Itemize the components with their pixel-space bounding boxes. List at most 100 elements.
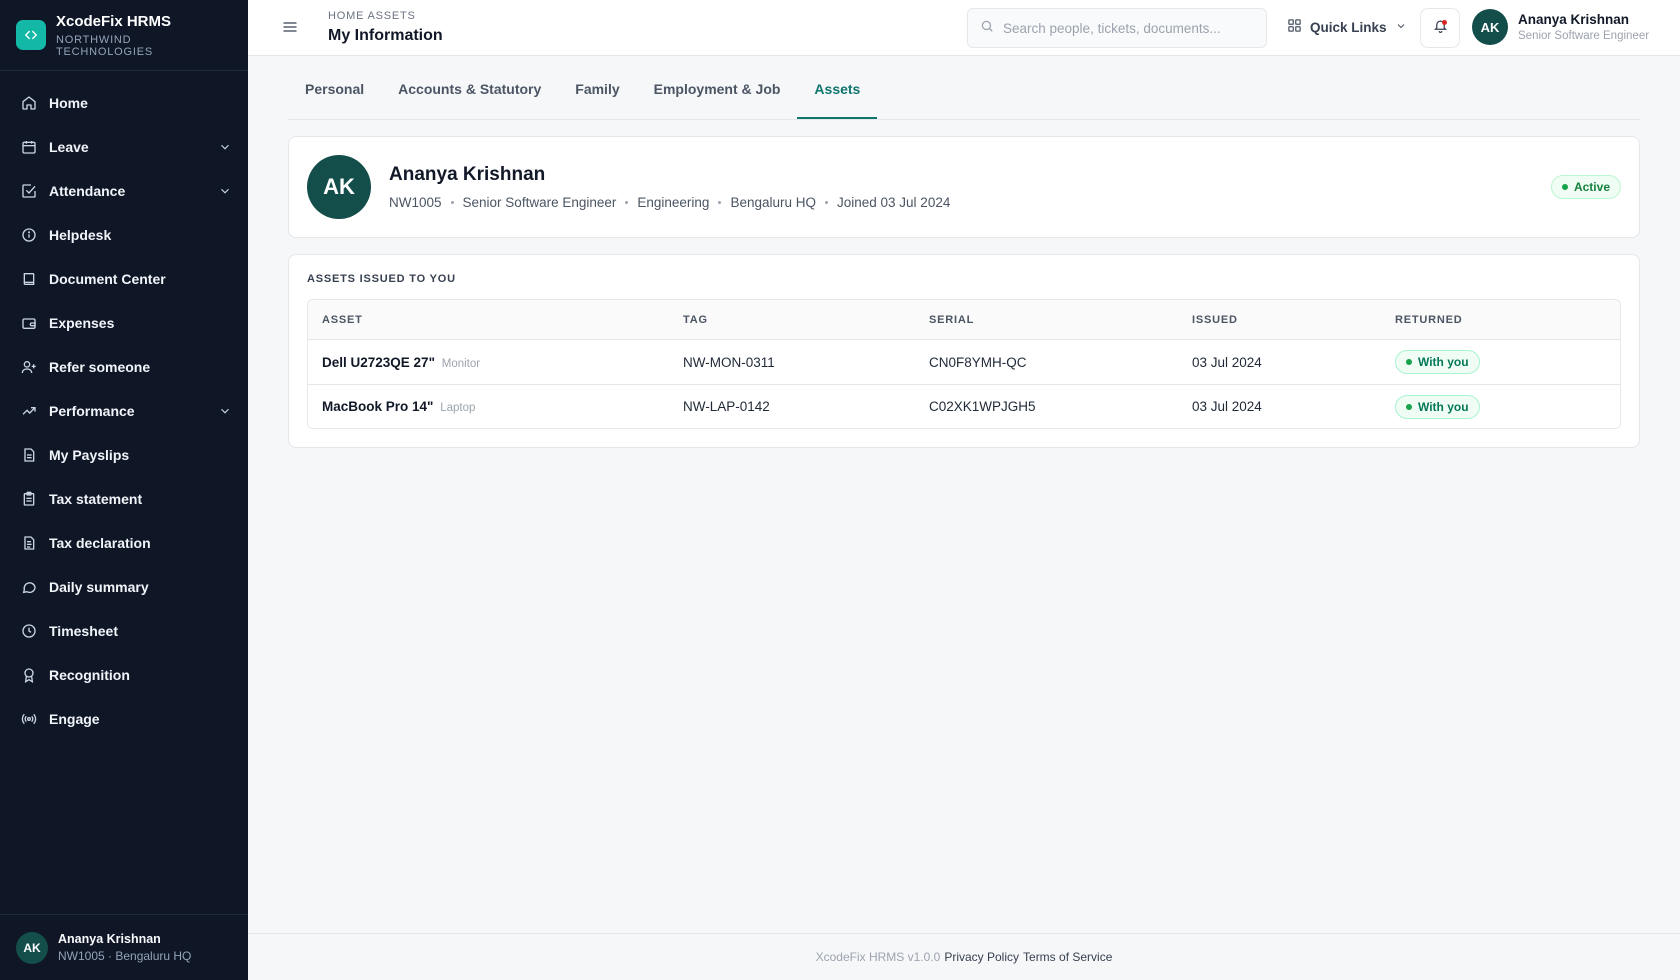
status-badge: With you	[1395, 394, 1480, 419]
asset-issued: 03 Jul 2024	[1192, 354, 1262, 370]
asset-name: MacBook Pro 14"	[322, 399, 434, 414]
profile-name: Ananya Krishnan	[389, 164, 546, 185]
location: Bengaluru HQ	[730, 195, 816, 210]
brand[interactable]: XcodeFix HRMS NORTHWIND TECHNOLOGIES	[0, 0, 248, 71]
tab-assets[interactable]: Assets	[797, 79, 878, 119]
asset-tag: NW-LAP-0142	[683, 399, 770, 414]
separator-dot	[825, 201, 828, 204]
sidebar-item-label: Leave	[49, 139, 89, 155]
section-title: ASSETS ISSUED TO YOU	[307, 273, 456, 285]
asset-serial: C02XK1WPJGH5	[929, 399, 1036, 414]
sidebar-item-tax-statement[interactable]: Tax statement	[0, 477, 248, 521]
file-icon	[20, 446, 38, 464]
company-name: NORTHWIND TECHNOLOGIES	[55, 33, 153, 58]
column-header-asset: ASSET	[322, 313, 363, 326]
user-name: Ananya Krishnan	[1518, 12, 1630, 27]
chevron-down-icon[interactable]	[218, 404, 232, 418]
table-row[interactable]: MacBook Pro 14" Laptop NW-LAP-0142 C02XK…	[308, 384, 1620, 428]
wallet-icon	[20, 314, 38, 332]
breadcrumb: HOME ASSETS	[328, 10, 416, 22]
sidebar-item-timesheet[interactable]: Timesheet	[0, 609, 248, 653]
quick-links-button[interactable]: Quick Links	[1287, 18, 1407, 36]
profile-meta: NW1005 Senior Software Engineer Engineer…	[389, 195, 950, 210]
version-text: XcodeFix HRMS v1.0.0	[815, 950, 941, 964]
status-label: With you	[1418, 399, 1469, 414]
user-menu[interactable]: AK Ananya Krishnan Senior Software Engin…	[1472, 9, 1649, 45]
clock-icon	[20, 622, 38, 640]
sidebar-item-helpdesk[interactable]: Helpdesk	[0, 213, 248, 257]
sidebar-item-expenses[interactable]: Expenses	[0, 301, 248, 345]
tab-family[interactable]: Family	[558, 79, 636, 119]
topbar: HOME ASSETS My Information Quick Links A…	[248, 0, 1680, 56]
asset-returned: With you	[1395, 350, 1620, 374]
sidebar-item-refer-someone[interactable]: Refer someone	[0, 345, 248, 389]
sidebar-item-home[interactable]: Home	[0, 81, 248, 125]
employee-id: NW1005	[389, 195, 442, 210]
message-circle-icon	[20, 578, 38, 596]
brand-name: XcodeFix HRMS	[55, 12, 172, 30]
asset-type: Monitor	[441, 357, 481, 370]
asset-tag: NW-MON-0311	[683, 354, 775, 370]
quick-links-label: Quick Links	[1310, 19, 1387, 35]
tab-bar: Personal Accounts & Statutory Family Emp…	[288, 56, 1640, 120]
chevron-down-icon[interactable]	[218, 184, 232, 198]
tab-personal[interactable]: Personal	[288, 79, 381, 119]
sidebar-item-engage[interactable]: Engage	[0, 697, 248, 741]
department: Engineering	[637, 195, 710, 210]
chevron-down-icon[interactable]	[218, 140, 232, 154]
book-icon	[20, 270, 38, 288]
sidebar-item-label: Attendance	[49, 183, 126, 199]
sidebar-item-document-center[interactable]: Document Center	[0, 257, 248, 301]
sidebar-item-performance[interactable]: Performance	[0, 389, 248, 433]
sidebar-user[interactable]: AK Ananya Krishnan NW1005 · Bengaluru HQ	[0, 914, 248, 980]
search-box[interactable]	[967, 8, 1267, 48]
asset-returned: With you	[1395, 394, 1620, 419]
search-input[interactable]	[1003, 20, 1243, 36]
assets-table: ASSET TAG SERIAL ISSUED RETURNED Dell U2…	[307, 299, 1621, 429]
code-brackets-icon	[16, 20, 46, 50]
chevron-down-icon	[1395, 20, 1407, 35]
column-header-issued: ISSUED	[1192, 313, 1238, 326]
sidebar-item-tax-declaration[interactable]: Tax declaration	[0, 521, 248, 565]
sidebar-item-daily-summary[interactable]: Daily summary	[0, 565, 248, 609]
table-row[interactable]: Dell U2723QE 27" Monitor NW-MON-0311 CN0…	[308, 340, 1620, 384]
sidebar-item-attendance[interactable]: Attendance	[0, 169, 248, 213]
table-header: ASSET TAG SERIAL ISSUED RETURNED	[308, 300, 1620, 340]
sidebar-item-leave[interactable]: Leave	[0, 125, 248, 169]
sidebar-item-label: Home	[49, 95, 88, 111]
tab-accounts-statutory[interactable]: Accounts & Statutory	[381, 79, 558, 119]
status-dot	[1561, 184, 1568, 190]
grid-icon	[1287, 18, 1302, 36]
privacy-policy-link[interactable]: Privacy Policy	[944, 950, 1019, 964]
tab-employment-job[interactable]: Employment & Job	[637, 79, 798, 119]
avatar: AK	[307, 155, 371, 219]
search-icon	[980, 19, 994, 38]
status-dot	[1406, 403, 1412, 410]
terms-of-service-link[interactable]: Terms of Service	[1023, 950, 1112, 964]
sidebar-user-name: Ananya Krishnan	[58, 932, 161, 946]
job-title: Senior Software Engineer	[462, 195, 617, 210]
column-header-serial: SERIAL	[929, 313, 975, 326]
trending-up-icon	[20, 402, 38, 420]
sidebar-item-label: Tax declaration	[49, 535, 151, 551]
asset-serial: CN0F8YMH-QC	[929, 354, 1027, 370]
sidebar-user-sub: NW1005 · Bengaluru HQ	[58, 949, 192, 963]
file-text-icon	[20, 534, 38, 552]
home-icon	[20, 94, 38, 112]
award-icon	[20, 666, 38, 684]
sidebar-item-label: Refer someone	[49, 359, 151, 375]
sidebar-item-recognition[interactable]: Recognition	[0, 653, 248, 697]
check-square-icon	[20, 182, 38, 200]
notifications-button[interactable]	[1420, 8, 1460, 48]
sidebar-item-my-payslips[interactable]: My Payslips	[0, 433, 248, 477]
menu-icon[interactable]	[282, 19, 298, 35]
sidebar-item-label: Engage	[49, 711, 100, 727]
status-badge: Active	[1550, 175, 1621, 199]
user-role: Senior Software Engineer	[1518, 30, 1650, 42]
asset-type: Laptop	[440, 402, 476, 414]
page-title: My Information	[328, 27, 443, 44]
notification-dot	[1442, 20, 1447, 25]
status-label: Active	[1573, 180, 1610, 194]
calendar-icon	[20, 138, 38, 156]
broadcast-icon	[20, 710, 38, 728]
